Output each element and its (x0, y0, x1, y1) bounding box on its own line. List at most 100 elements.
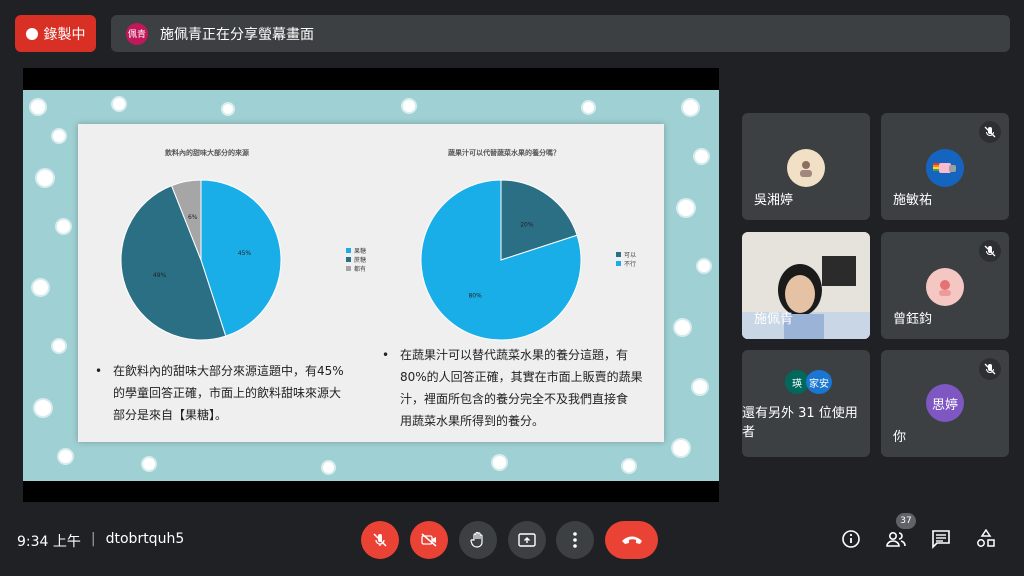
activities-icon (977, 529, 995, 547)
right-bullet-text: • 在蔬果汁可以替代蔬菜水果的養分這題，有 80%的人回答正確，其實在市面上販賣… (382, 344, 662, 432)
blossom-decoration (673, 440, 689, 456)
avatar (787, 149, 825, 187)
blossom-decoration (57, 220, 70, 233)
bullet-line: 部分是來自【果糖】。 (113, 408, 228, 422)
blossom-decoration (223, 104, 233, 114)
data-label: 6% (188, 214, 198, 221)
meeting-details: 9:34 上午 | dtobrtquh5 (17, 531, 184, 551)
camera-off-icon (421, 533, 437, 547)
blossom-decoration (53, 130, 65, 142)
top-bar: 錄製中 佩青 施佩青正在分享螢幕畫面 (0, 0, 1024, 66)
legend-label: 都有 (354, 266, 367, 273)
info-icon (842, 530, 860, 548)
legend-item: 都有 (346, 264, 366, 273)
blossom-decoration (583, 102, 594, 113)
participant-name: 施敏祐 (893, 193, 933, 208)
blossom-decoration (143, 458, 155, 470)
legend-swatch (616, 252, 621, 257)
blossom-decoration (59, 450, 72, 463)
participant-tile[interactable]: 曾鈺鈞 (881, 232, 1009, 339)
raise-hand-icon (470, 531, 483, 548)
mic-muted-icon (979, 121, 1001, 143)
blossom-decoration (623, 460, 635, 472)
people-icon (886, 531, 906, 547)
legend-swatch (346, 257, 351, 262)
participant-count-badge: 37 (896, 513, 916, 529)
end-call-icon (621, 536, 642, 544)
legend-label: 不行 (624, 261, 637, 268)
participant-name: 施佩青 (754, 312, 794, 327)
avatar: 思婷 (926, 384, 964, 422)
person-icon (800, 161, 812, 177)
legend-label: 蔗糖 (354, 257, 367, 264)
present-icon (518, 533, 536, 547)
legend-label: 可以 (624, 252, 637, 259)
participant-name: 吳湘婷 (754, 193, 794, 208)
record-dot-icon (25, 27, 38, 40)
legend-swatch (616, 261, 621, 266)
mic-toggle-button[interactable] (361, 521, 399, 559)
participant-name: 曾鈺鈞 (893, 312, 933, 327)
legend-item: 果糖 (346, 246, 366, 255)
legend-item: 不行 (616, 259, 636, 268)
mic-off-icon (373, 533, 387, 547)
legend-item: 蔗糖 (346, 255, 366, 264)
bullet-dot: • (382, 348, 390, 362)
separator: | (90, 531, 96, 547)
mini-avatar: 家安 (806, 370, 832, 394)
left-bullet-text: • 在飲料內的甜味大部分來源這題中，有45% 的學童回答正確，市面上的飲料甜味來… (95, 360, 363, 426)
present-now-button[interactable] (508, 521, 546, 559)
avatar (926, 268, 964, 306)
blossom-decoration (693, 380, 707, 394)
right-chart-legend: 可以 不行 (616, 250, 636, 268)
legend-swatch (346, 248, 351, 253)
legend-swatch (346, 266, 351, 271)
data-label: 45% (238, 250, 252, 257)
blossom-decoration (33, 280, 48, 295)
bullet-dot: • (95, 364, 103, 378)
raise-hand-button[interactable] (459, 521, 497, 559)
bullet-line: 的學童回答正確，市面上的飲料甜味來源大 (113, 386, 342, 400)
participant-tile[interactable]: 吳湘婷 (742, 113, 870, 220)
person-icon (939, 280, 951, 296)
leave-call-button[interactable] (605, 521, 658, 559)
blossom-decoration (403, 100, 415, 112)
blossom-decoration (31, 100, 45, 114)
bullet-line: 汁，裡面所包含的養分完全不及我們直接食 (400, 392, 629, 406)
people-button[interactable] (884, 527, 908, 551)
participant-tile[interactable]: 施敏祐 (881, 113, 1009, 220)
data-label: 20% (520, 221, 534, 228)
blossom-decoration (695, 150, 708, 163)
data-label: 80% (468, 293, 482, 300)
meeting-code: dtobrtquh5 (105, 531, 185, 547)
share-text: 施佩青正在分享螢幕畫面 (160, 26, 314, 43)
data-label: 49% (153, 272, 167, 279)
more-options-button[interactable] (556, 521, 594, 559)
slide-content-card: 飲料內的甜味大部分的來源 蔬果汁可以代替蔬菜水果的養分嗎？ 45% 49% 6% 20… (78, 124, 664, 442)
shared-screen: 飲料內的甜味大部分的來源 蔬果汁可以代替蔬菜水果的養分嗎？ 45% 49% 6% 20… (23, 68, 719, 502)
chat-button[interactable] (929, 527, 953, 551)
legend-label: 果糖 (354, 248, 367, 255)
bullet-line: 在飲料內的甜味大部分來源這題中，有45% (113, 364, 344, 378)
meeting-info-button[interactable] (839, 527, 863, 551)
presentation-slide: 飲料內的甜味大部分的來源 蔬果汁可以代替蔬菜水果的養分嗎？ 45% 49% 6% 20… (23, 90, 719, 481)
recording-indicator[interactable]: 錄製中 (15, 15, 96, 52)
participant-name: 還有另外 31 位使用者 (742, 406, 858, 440)
activities-button[interactable] (974, 527, 998, 551)
left-chart-legend: 果糖 蔗糖 都有 (346, 246, 366, 273)
blossom-decoration (678, 200, 694, 216)
self-tile[interactable]: 思婷 你 (881, 350, 1009, 457)
more-participants-tile[interactable]: 瑛 家安 還有另外 31 位使用者 (742, 350, 870, 457)
participant-tile-video[interactable]: 施佩青 (742, 232, 870, 339)
blossom-decoration (675, 320, 690, 335)
camera-toggle-button[interactable] (410, 521, 448, 559)
recording-label: 錄製中 (43, 26, 86, 43)
bullet-line: 在蔬果汁可以替代蔬菜水果的養分這題，有 (400, 348, 629, 362)
blossom-decoration (37, 170, 53, 186)
blossom-decoration (323, 462, 334, 473)
mic-muted-icon (979, 240, 1001, 262)
bottom-bar: 9:34 上午 | dtobrtquh5 37 (0, 505, 1024, 576)
blossom-decoration (35, 400, 51, 416)
mic-muted-icon (979, 358, 1001, 380)
nyan-cat-icon (933, 163, 956, 173)
